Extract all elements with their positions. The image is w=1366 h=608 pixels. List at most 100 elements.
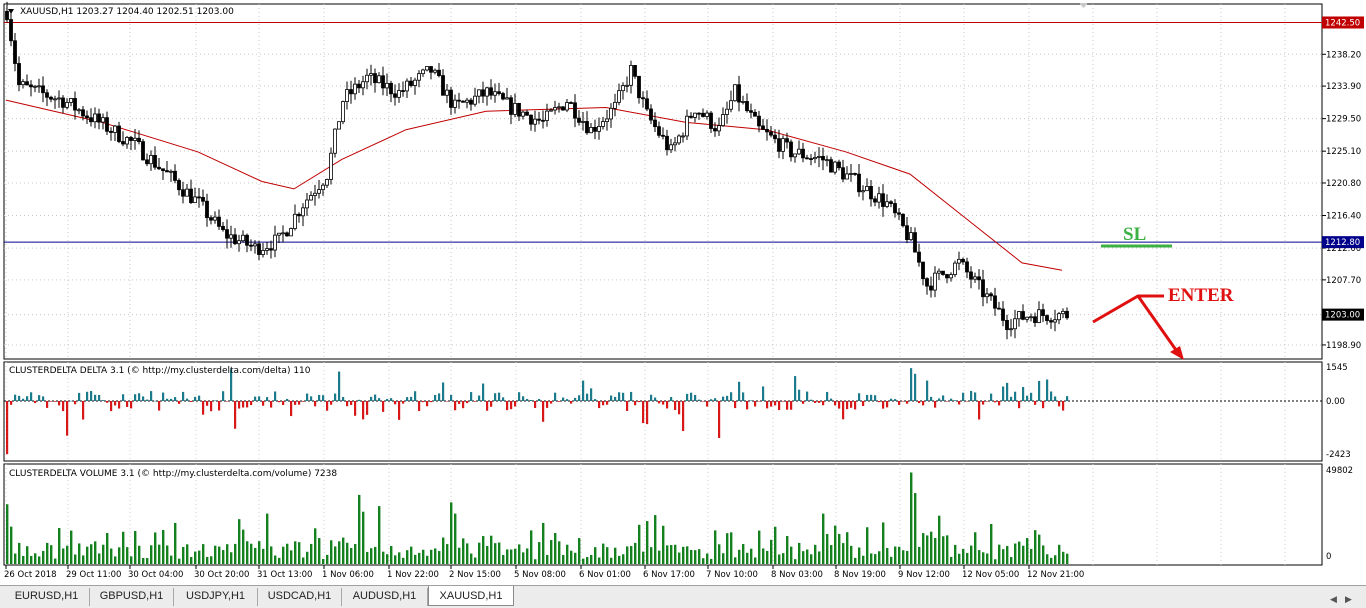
volume-bar	[318, 538, 321, 564]
delta-bar	[842, 401, 845, 420]
delta-bar	[1018, 401, 1021, 409]
delta-bar	[6, 401, 9, 455]
delta-bar	[234, 401, 237, 429]
delta-bar	[318, 394, 321, 401]
delta-bar	[246, 401, 249, 408]
time-tick-label: 2 Nov 15:00	[449, 570, 501, 580]
delta-bar	[26, 396, 29, 401]
delta-bar	[46, 401, 49, 408]
tab-usdcad-h1[interactable]: USDCAD,H1	[258, 588, 342, 606]
trading-terminal[interactable]: 1238.20 1233.90 1229.50 1225.10 1220.80 1216.…	[0, 0, 1366, 608]
delta-bar	[674, 401, 677, 411]
volume-bar	[86, 546, 89, 564]
volume-bar	[990, 523, 993, 564]
delta-bar	[906, 401, 909, 404]
volume-bar	[230, 552, 233, 564]
delta-bar	[690, 392, 693, 401]
delta-title: CLUSTERDELTA DELTA 3.1 (© http://my.clus…	[9, 366, 311, 376]
volume-bar	[682, 546, 685, 564]
volume-bar	[930, 531, 933, 564]
volume-bar	[538, 542, 541, 564]
delta-bar	[550, 401, 553, 404]
delta-bar	[830, 398, 833, 401]
delta-bar	[718, 401, 721, 438]
delta-bar	[918, 401, 921, 404]
volume-bar	[278, 557, 281, 564]
delta-bar	[494, 393, 497, 401]
volume-bar	[58, 528, 61, 564]
delta-bar	[254, 396, 257, 401]
delta-bar	[162, 392, 165, 401]
tab-usdjpy-h1[interactable]: USDJPY,H1	[174, 588, 258, 606]
volume-bar	[446, 544, 449, 564]
tab-gbpusd-h1[interactable]: GBPUSD,H1	[90, 588, 174, 606]
volume-bar	[950, 556, 953, 564]
volume-bar	[266, 513, 269, 564]
volume-bar	[402, 557, 405, 564]
delta-bar	[474, 401, 477, 402]
delta-bar	[50, 401, 53, 402]
volume-bar	[6, 504, 9, 564]
delta-bar	[270, 401, 273, 408]
delta-bar	[82, 401, 85, 420]
scroll-right-icon[interactable]: ▶	[1341, 592, 1356, 607]
volume-bar	[718, 544, 721, 564]
volume-bar	[290, 550, 293, 564]
volume-bar	[54, 558, 57, 564]
delta-bar	[70, 400, 73, 402]
delta-bar	[506, 401, 509, 411]
volume-bar	[530, 530, 533, 564]
volume-bar	[274, 555, 277, 564]
volume-bar	[198, 550, 201, 564]
delta-bar	[638, 401, 641, 403]
volume-bar	[594, 547, 597, 564]
delta-bar	[450, 394, 453, 401]
delta-bar	[182, 391, 185, 401]
volume-bar	[310, 543, 313, 564]
volume-bar	[790, 546, 793, 564]
volume-bar	[498, 542, 501, 564]
price-tick-label: 1238.20	[1326, 50, 1361, 60]
volume-bar	[982, 552, 985, 564]
delta-bar	[426, 401, 429, 407]
delta-bar	[134, 394, 137, 401]
delta-bar	[302, 401, 305, 402]
chart-area[interactable]: 1238.20 1233.90 1229.50 1225.10 1220.80 1216.…	[0, 0, 1366, 585]
delta-bar	[458, 401, 461, 404]
volume-bar	[834, 525, 837, 564]
scroll-left-icon[interactable]: ◀	[1326, 592, 1341, 607]
delta-bar	[1010, 396, 1013, 401]
delta-bar	[546, 401, 549, 408]
volume-bar	[710, 558, 713, 564]
delta-bar	[414, 391, 417, 401]
tab-eurusd-h1[interactable]: EURUSD,H1	[4, 588, 90, 606]
delta-bar	[346, 401, 349, 407]
delta-bar	[242, 401, 245, 408]
volume-bar	[838, 533, 841, 564]
delta-bar	[110, 401, 113, 412]
volume-bar	[42, 550, 45, 564]
tab-xauusd-h1[interactable]: XAUUSD,H1	[428, 586, 514, 606]
chart-tab-bar: EURUSD,H1 GBPUSD,H1 USDJPY,H1 USDCAD,H1 AUDU…	[0, 585, 1366, 608]
delta-bar	[890, 398, 893, 401]
volume-bar	[810, 554, 813, 564]
volume-bar	[26, 546, 29, 564]
delta-bar	[582, 380, 585, 401]
price-tick-label: 1229.50	[1326, 115, 1361, 125]
volume-bar	[762, 548, 765, 564]
volume-bar	[894, 546, 897, 564]
volume-bar	[494, 543, 497, 564]
delta-bar	[882, 401, 885, 409]
delta-bar	[1022, 387, 1025, 401]
volume-bar	[1006, 545, 1009, 564]
delta-bar	[294, 401, 297, 405]
delta-bar	[662, 401, 665, 405]
delta-bar	[418, 401, 421, 412]
volume-bar	[910, 472, 913, 564]
delta-bar	[770, 401, 773, 407]
tab-audusd-h1[interactable]: AUDUSD,H1	[342, 588, 428, 606]
delta-bar	[106, 401, 109, 403]
volume-bar	[70, 530, 73, 564]
delta-bar	[762, 386, 765, 401]
delta-bar	[286, 398, 289, 401]
